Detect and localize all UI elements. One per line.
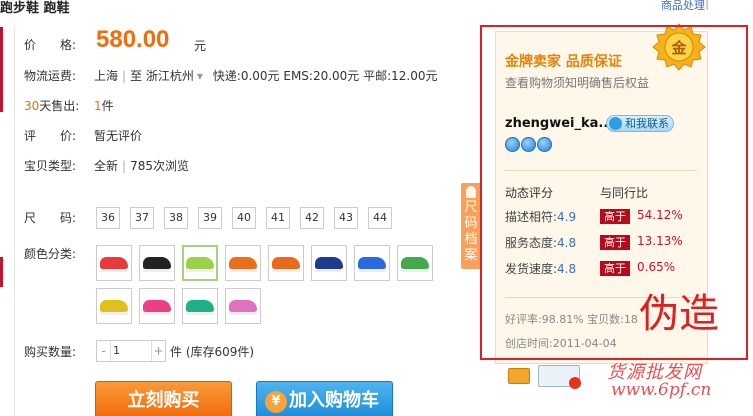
sold-label: 30天售出:	[24, 99, 80, 113]
shipping-detail: 快递:0.00元 EMS:20.00元 平邮:12.00元	[212, 69, 438, 83]
shoe-thumbnail	[100, 257, 128, 272]
shoe-thumbnail	[272, 257, 300, 272]
page-title: 跑步鞋 跑鞋	[0, 1, 70, 16]
size-option[interactable]: 41	[266, 207, 290, 229]
shoe-thumbnail	[229, 300, 257, 315]
fake-annotation: 伪造	[639, 291, 719, 337]
color-swatch[interactable]	[225, 245, 261, 281]
shoe-thumbnail	[401, 257, 429, 272]
quantity-decrease-button[interactable]: -	[97, 341, 111, 361]
watermark-url: www.6pf.cn	[611, 380, 712, 400]
color-swatch[interactable]	[354, 245, 390, 281]
add-to-cart-label: 加入购物车	[289, 390, 379, 411]
review-row: 评 价: 暂无评价	[24, 127, 142, 144]
size-option[interactable]: 42	[300, 207, 324, 229]
price-value: 580.00	[96, 26, 170, 53]
person-icon	[466, 186, 476, 198]
ship-to-select[interactable]: 浙江杭州	[146, 69, 194, 83]
shipping-label: 物流运费:	[24, 69, 77, 83]
divider	[14, 26, 15, 416]
certificate-icon[interactable]	[538, 365, 581, 389]
stock-info: 件 (库存609件)	[170, 345, 255, 359]
cart-icon: ¥	[265, 391, 287, 413]
size-archive-tab[interactable]: 尺码档案	[461, 183, 481, 269]
sold-count: 1	[94, 99, 102, 113]
size-option[interactable]: 39	[198, 207, 222, 229]
price-unit: 元	[194, 39, 207, 53]
shipping-row: 物流运费: 上海 | 至 浙江杭州 ▾ 快递:0.00元 EMS:20.00元 平邮:1…	[24, 69, 438, 83]
top-separator: |	[705, 0, 709, 10]
shoe-thumbnail	[229, 257, 257, 272]
sold-unit: 件	[101, 99, 114, 113]
price-label: 价 格:	[24, 38, 77, 52]
color-swatch[interactable]	[182, 245, 218, 281]
left-accent-bar	[0, 257, 3, 287]
shoe-thumbnail	[143, 257, 171, 272]
ship-to-prefix: 至	[130, 69, 143, 83]
left-accent-bar	[0, 27, 3, 112]
size-option[interactable]: 44	[368, 207, 392, 229]
chevron-down-icon[interactable]: ▾	[197, 69, 203, 83]
color-swatch[interactable]	[397, 245, 433, 281]
view-count: 785次浏览	[130, 159, 189, 173]
item-handle-link[interactable]: 商品处理	[661, 0, 705, 13]
shoe-thumbnail	[186, 257, 214, 272]
size-option[interactable]: 36	[96, 207, 120, 229]
quantity-increase-button[interactable]: +	[151, 341, 165, 361]
ship-from: 上海	[94, 69, 119, 83]
shoe-thumbnail	[315, 257, 343, 272]
color-swatch[interactable]	[225, 288, 261, 324]
quantity-input[interactable]: 1	[113, 341, 149, 361]
color-swatch[interactable]	[139, 245, 175, 281]
quantity-label: 购买数量:	[24, 345, 77, 359]
shield-icon	[569, 377, 581, 389]
size-archive-label: 尺码档案	[464, 200, 478, 263]
color-swatch[interactable]	[311, 245, 347, 281]
buy-now-button[interactable]: 立刻购买	[95, 381, 232, 416]
shoe-thumbnail	[358, 257, 386, 272]
shoe-thumbnail	[143, 300, 171, 315]
color-swatch[interactable]	[139, 288, 175, 324]
color-swatch[interactable]	[182, 288, 218, 324]
color-swatch[interactable]	[96, 245, 132, 281]
sold-row: 30天售出: 1件	[24, 97, 114, 114]
shoe-thumbnail	[100, 300, 128, 315]
color-swatch[interactable]	[96, 288, 132, 324]
item-type-label: 宝贝类型:	[24, 159, 77, 173]
add-to-cart-button[interactable]: ¥ 加入购物车	[256, 381, 393, 416]
item-condition: 全新	[94, 159, 119, 173]
size-label: 尺 码:	[24, 211, 77, 225]
review-label: 评 价:	[24, 129, 77, 143]
payment-card-icon[interactable]	[508, 368, 530, 384]
size-option[interactable]: 38	[164, 207, 188, 229]
size-option[interactable]: 43	[334, 207, 358, 229]
color-swatch[interactable]	[268, 245, 304, 281]
size-option[interactable]: 40	[232, 207, 256, 229]
review-value: 暂无评价	[94, 129, 143, 143]
quantity-stepper: - 1 +	[96, 340, 166, 362]
item-type-row: 宝贝类型: 全新 | 785次浏览	[24, 159, 189, 173]
size-option[interactable]: 37	[130, 207, 154, 229]
shoe-thumbnail	[186, 300, 214, 315]
color-label: 颜色分类:	[24, 247, 77, 261]
